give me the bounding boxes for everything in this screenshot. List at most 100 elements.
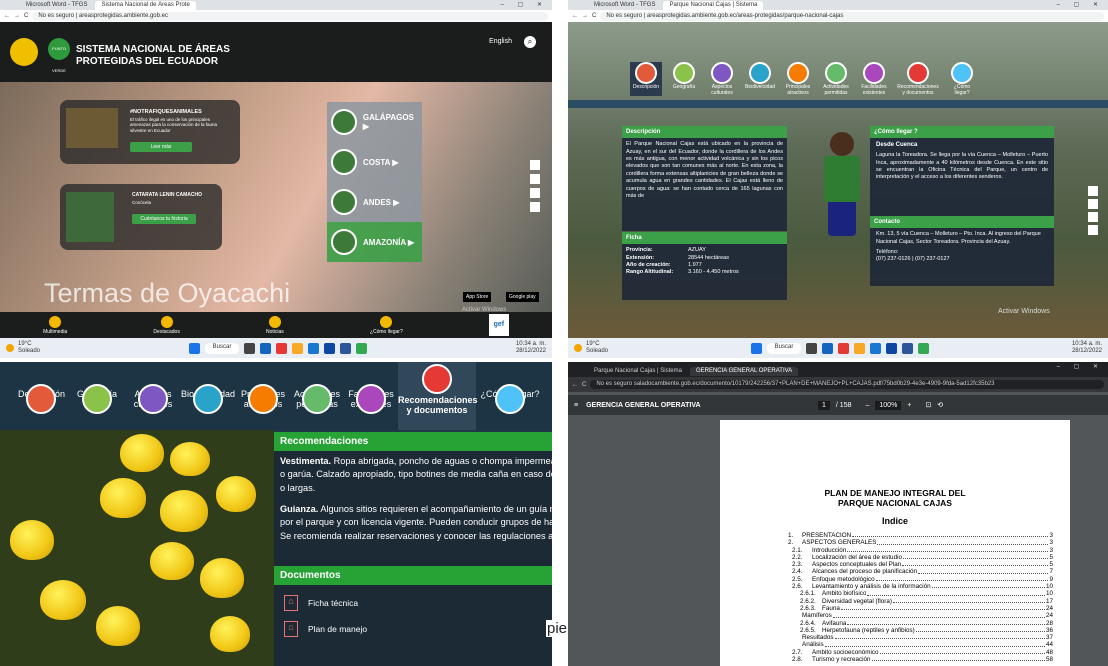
window-controls[interactable]: – ▢ ✕	[501, 1, 548, 8]
toc-row[interactable]: 2.5. Enfoque metodológico 9	[788, 576, 1053, 583]
address-bar[interactable]: No es seguro saladocambiente.gob.ec/docu…	[590, 380, 1104, 389]
catarata-card[interactable]: CATARATA LENIN CAMACHO Conócela Cuéntano…	[60, 184, 222, 250]
taskbar-search[interactable]: Buscar	[204, 342, 240, 354]
nav-como-llegar[interactable]: ¿Cómo llegar?	[946, 62, 978, 96]
language-link[interactable]: English	[489, 38, 512, 45]
toc-row[interactable]: 1. PRESENTACIÓN 3	[788, 532, 1053, 539]
toc-row[interactable]: 2.8. Turismo y recreación 58	[788, 656, 1053, 663]
toc-row[interactable]: 2.7. Ámbito socioeconómico 48	[788, 649, 1053, 656]
region-andes[interactable]: ANDES ▶	[327, 182, 422, 222]
toc-row[interactable]: 2.6.3. Fauna 24	[788, 605, 1053, 612]
task-view-icon[interactable]	[806, 342, 818, 354]
region-galapagos[interactable]: GALÁPAGOS ▶	[327, 102, 422, 142]
zoom-in-icon[interactable]: +	[907, 402, 911, 409]
nav-como-llegar[interactable]: ¿Cómo llegar?	[478, 384, 542, 414]
chrome-icon[interactable]	[356, 342, 368, 354]
nav-facilidades[interactable]: Facilidades existentes	[346, 384, 396, 414]
reload-icon[interactable]: C	[592, 13, 596, 19]
toc-row[interactable]: 2.6.1. Ámbito biofísico 10	[788, 590, 1053, 597]
mail-icon[interactable]	[870, 342, 882, 354]
browser-tab[interactable]: Parque Nacional Cajas | Sistema	[588, 367, 688, 376]
menu-icon[interactable]: ≡	[574, 402, 578, 409]
toc-row[interactable]: 2.6.5. Herpetofauna (reptiles y anfibios)…	[788, 627, 1053, 634]
forward-icon[interactable]: →	[14, 13, 20, 19]
browser-tab-active[interactable]: Sistema Nacional de Áreas Prote	[95, 1, 196, 10]
page-input[interactable]: 1	[818, 400, 830, 410]
toc-row[interactable]: Resultados 37	[788, 634, 1053, 641]
store-icon[interactable]	[324, 342, 336, 354]
facebook-icon[interactable]	[530, 160, 540, 170]
google-play-button[interactable]: Google play	[506, 292, 539, 302]
back-icon[interactable]: ←	[572, 13, 578, 19]
forward-icon[interactable]: →	[582, 13, 588, 19]
doc-ficha-link[interactable]: ⌂ Ficha técnica	[274, 585, 552, 615]
address-bar[interactable]: No es seguro | areasprotegidas.ambiente.…	[32, 11, 548, 21]
app-store-button[interactable]: App Store	[463, 292, 492, 302]
twitter-icon[interactable]	[1088, 199, 1098, 209]
facebook-icon[interactable]	[1088, 186, 1098, 196]
nav-aspectos[interactable]: Aspectos culturales	[706, 62, 738, 96]
browser-tab-active[interactable]: Parque Nacional Cajas | Sistema	[663, 1, 764, 10]
browser-tab-active[interactable]: GERENCIA GENERAL OPERATIVA	[689, 367, 799, 376]
destacados-button[interactable]: Destacados	[153, 315, 180, 335]
task-view-icon[interactable]	[244, 342, 256, 354]
doc-plan-link[interactable]: ⌂ Plan de manejo	[274, 615, 552, 643]
nav-biodiversidad[interactable]: Biodiversidad	[180, 384, 236, 414]
toc-row[interactable]: 2. ASPECTOS GENERALES 3	[788, 539, 1053, 546]
nav-aspectos[interactable]: Aspectos culturales	[130, 384, 176, 414]
nav-geografia[interactable]: Geografía	[668, 62, 700, 96]
app-icon[interactable]	[276, 342, 288, 354]
toc-row[interactable]: 2.6.2. Diversidad vegetal (flora) 17	[788, 598, 1053, 605]
nav-biodiversidad[interactable]: Biodiversidad	[744, 62, 776, 96]
instagram-icon[interactable]	[530, 188, 540, 198]
toc-row[interactable]: 2.3. Aspectos conceptuales del Plan 5	[788, 561, 1053, 568]
mail-icon[interactable]	[308, 342, 320, 354]
address-bar[interactable]: No es seguro | areasprotegidas.ambiente.…	[600, 11, 1104, 21]
flickr-icon[interactable]	[530, 202, 540, 212]
toc-row[interactable]: Mamíferos 24	[788, 612, 1053, 619]
toc-row[interactable]: 2.1. Introducción 3	[788, 547, 1053, 554]
fit-page-icon[interactable]: ⊡	[925, 401, 931, 409]
edge-icon[interactable]	[260, 342, 272, 354]
region-costa[interactable]: COSTA ▶	[327, 142, 422, 182]
story-button[interactable]: Cuéntanos tu historia	[132, 214, 196, 224]
edge-icon[interactable]	[822, 342, 834, 354]
reload-icon[interactable]: C	[24, 13, 28, 19]
nav-atractivos[interactable]: Principales atractivos	[238, 384, 288, 414]
twitter-icon[interactable]	[530, 174, 540, 184]
instagram-icon[interactable]	[1088, 212, 1098, 222]
app-icon[interactable]	[838, 342, 850, 354]
nav-recomendaciones[interactable]: Recomendaciones y documentos	[398, 362, 478, 430]
nav-actividades[interactable]: Actividades permitidas	[292, 384, 342, 414]
window-controls[interactable]: – ▢ ✕	[1057, 363, 1104, 370]
multimedia-button[interactable]: Multimedia	[43, 315, 67, 335]
news-card[interactable]: #NOTRAFIQUESANIMALES El tráfico ilegal e…	[60, 100, 240, 164]
nav-descripcion[interactable]: Descripción	[18, 384, 65, 414]
como-llegar-button[interactable]: ¿Cómo llegar?	[370, 315, 403, 335]
folder-icon[interactable]	[292, 342, 304, 354]
reload-icon[interactable]: C	[582, 382, 586, 388]
read-more-button[interactable]: Leer más	[130, 142, 192, 152]
back-icon[interactable]: ←	[572, 382, 578, 388]
toc-row[interactable]: Análisis 44	[788, 641, 1053, 648]
rotate-icon[interactable]: ⟲	[937, 401, 943, 409]
start-icon[interactable]	[188, 342, 200, 354]
nav-recomendaciones[interactable]: Recomendaciones y documentos	[896, 62, 940, 96]
zoom-out-icon[interactable]: –	[865, 402, 869, 409]
toc-row[interactable]: 2.6.4. Avifauna 28	[788, 620, 1053, 627]
toc-row[interactable]: 2.2. Localización del área de estudio 5	[788, 554, 1053, 561]
search-icon[interactable]: ⌕	[524, 36, 536, 48]
start-icon[interactable]	[750, 342, 762, 354]
noticias-button[interactable]: Noticias	[266, 315, 284, 335]
nav-descripcion[interactable]: Descripción	[630, 62, 662, 96]
word-icon[interactable]	[340, 342, 352, 354]
chrome-icon[interactable]	[918, 342, 930, 354]
browser-tab[interactable]: Microsoft Word - TFGS	[588, 1, 661, 10]
nav-actividades[interactable]: Actividades permitidas	[820, 62, 852, 96]
taskbar-search[interactable]: Buscar	[766, 342, 802, 354]
nav-geografia[interactable]: Geografía	[74, 384, 120, 414]
nav-atractivos[interactable]: Principales atractivos	[782, 62, 814, 96]
region-amazonia[interactable]: AMAZONÍA ▶	[327, 222, 422, 262]
folder-icon[interactable]	[854, 342, 866, 354]
back-icon[interactable]: ←	[4, 13, 10, 19]
